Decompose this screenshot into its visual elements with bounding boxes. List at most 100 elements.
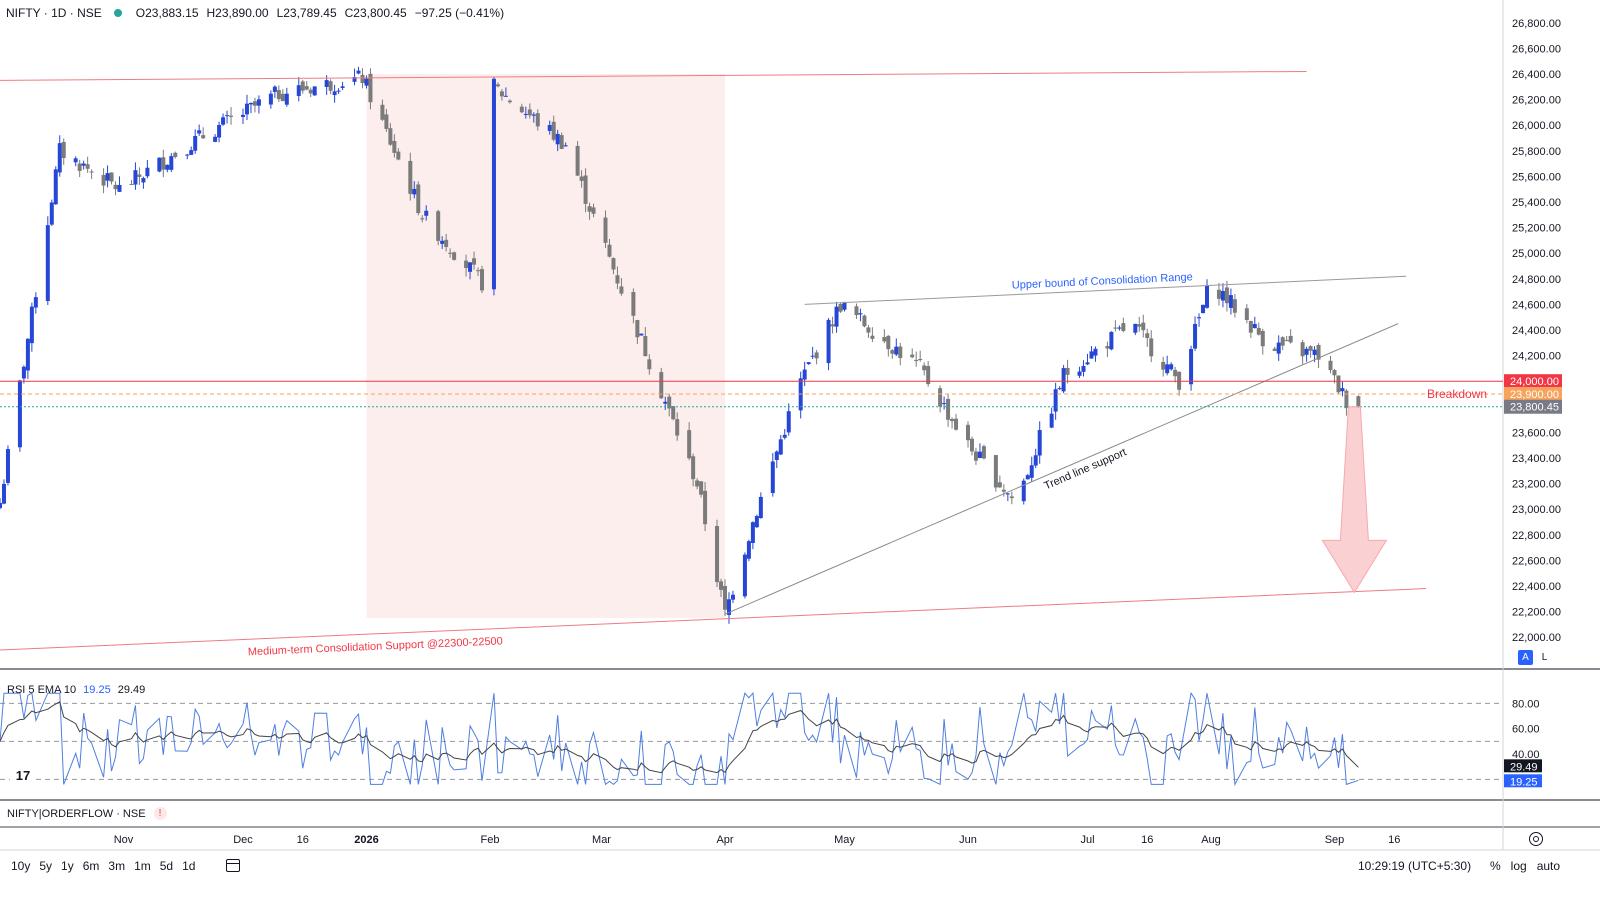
candle-body — [997, 482, 1002, 488]
candle-body — [1193, 323, 1198, 349]
chart-canvas[interactable]: Medium-term Consolidation Support @22300… — [0, 0, 1600, 900]
candle-body — [73, 158, 78, 163]
range-5y[interactable]: 5y — [39, 859, 52, 873]
candle-body — [1093, 348, 1098, 356]
price-tick-label: 23,200.00 — [1512, 479, 1561, 491]
candle-body — [806, 362, 811, 365]
scale-mode-toggles: % log auto — [1490, 859, 1570, 873]
candle-body — [1197, 317, 1202, 319]
candle-body — [1201, 304, 1206, 314]
target-down-arrow — [1321, 406, 1388, 594]
candle-body — [719, 581, 724, 590]
rsi-value-text: 19.25 — [1510, 776, 1538, 788]
range-6m[interactable]: 6m — [83, 859, 100, 873]
candle-body — [675, 419, 680, 436]
candle-body — [165, 164, 170, 170]
candle-body — [1165, 364, 1170, 374]
price-tick-label: 24,600.00 — [1512, 299, 1561, 311]
chart-header: NIFTY · 1D · NSE O23,883.15 H23,890.00 L… — [6, 4, 504, 22]
candle-body — [109, 172, 114, 182]
candle-body — [671, 406, 676, 420]
candle-body — [1248, 320, 1253, 333]
candle-body — [416, 184, 421, 214]
candle-body — [938, 388, 943, 407]
candle-body — [300, 81, 305, 91]
candle-body — [858, 313, 863, 315]
orderflow-pane-label[interactable]: NIFTY|ORDERFLOW · NSE ! — [7, 807, 167, 820]
candle-body — [1169, 364, 1174, 370]
settings-gear-icon[interactable] — [1529, 832, 1543, 846]
log-scale-button[interactable]: L — [1537, 650, 1552, 665]
candle-body — [1061, 368, 1066, 392]
candle-body — [0, 502, 2, 509]
candle-body — [918, 359, 923, 361]
range-1m[interactable]: 1m — [134, 859, 151, 873]
percent-toggle[interactable]: % — [1490, 859, 1501, 873]
candle-body — [519, 106, 524, 113]
rsi-ema-line — [0, 701, 1359, 774]
candle-body — [272, 86, 277, 92]
price-tick-label: 26,800.00 — [1512, 18, 1561, 30]
range-5d[interactable]: 5d — [160, 859, 173, 873]
rsi-line — [0, 691, 1359, 787]
candle-body — [993, 455, 998, 488]
candle-body — [356, 70, 361, 74]
price-tick-label: 23,400.00 — [1512, 453, 1561, 465]
candle-body — [810, 355, 815, 357]
candle-body — [555, 133, 560, 145]
candle-body — [45, 225, 50, 301]
bottom-toolbar: 10y 5y 1y 6m 3m 1m 5d 1d 10:29:19 (UTC+5… — [0, 855, 1600, 879]
range-1y[interactable]: 1y — [61, 859, 74, 873]
candle-body — [503, 95, 508, 97]
candle-body — [635, 319, 640, 338]
candle-body — [1340, 388, 1345, 392]
candle-body — [746, 541, 751, 559]
candle-body — [1065, 367, 1070, 375]
log-toggle[interactable]: log — [1511, 859, 1527, 873]
candle-body — [1288, 335, 1293, 343]
rsi-tick-label: 60.00 — [1512, 724, 1540, 736]
candle-body — [730, 594, 735, 600]
candle-body — [894, 346, 899, 355]
tradingview-logo[interactable]: 17 — [10, 766, 36, 784]
price-label-text: 23,900.00 — [1510, 389, 1559, 401]
rsi-legend[interactable]: RSI 5 EMA 10 19.25 29.49 — [7, 684, 149, 696]
candle-body — [1057, 388, 1062, 390]
candle-body — [1009, 496, 1014, 499]
candle-body — [1161, 361, 1166, 370]
candle-body — [217, 125, 222, 138]
candle-body — [1328, 360, 1333, 371]
candle-body — [914, 359, 919, 362]
price-scale-buttons: A L — [1518, 650, 1552, 665]
range-10y[interactable]: 10y — [11, 859, 30, 873]
candle-body — [436, 211, 441, 241]
warning-icon[interactable]: ! — [153, 807, 167, 820]
calendar-icon[interactable] — [226, 859, 240, 872]
candle-body — [1113, 327, 1118, 329]
candle-body — [1224, 287, 1229, 304]
candle-body — [591, 207, 596, 214]
auto-scale-button[interactable]: A — [1518, 650, 1533, 665]
candle-body — [113, 184, 118, 190]
price-tick-label: 22,200.00 — [1512, 607, 1561, 619]
auto-toggle[interactable]: auto — [1537, 859, 1560, 873]
support-label: Medium-term Consolidation Support @22300… — [248, 635, 503, 658]
candle-body — [802, 369, 807, 380]
candle-body — [1256, 327, 1261, 335]
candle-body — [786, 411, 791, 433]
price-label-text: 23,800.45 — [1510, 402, 1559, 414]
candle-body — [531, 114, 536, 116]
candle-body — [499, 91, 504, 97]
price-tick-label: 26,000.00 — [1512, 120, 1561, 132]
price-tick-label: 22,400.00 — [1512, 581, 1561, 593]
candle-body — [1280, 337, 1285, 346]
candle-body — [336, 90, 341, 92]
range-1d[interactable]: 1d — [182, 859, 195, 873]
range-3m[interactable]: 3m — [108, 859, 125, 873]
candle-body — [472, 258, 477, 265]
candle-body — [1001, 489, 1006, 492]
candle-body — [17, 380, 22, 448]
candle-body — [308, 89, 313, 94]
time-tick-label: 2026 — [354, 834, 378, 846]
symbol-title[interactable]: NIFTY · 1D · NSE — [6, 6, 102, 20]
